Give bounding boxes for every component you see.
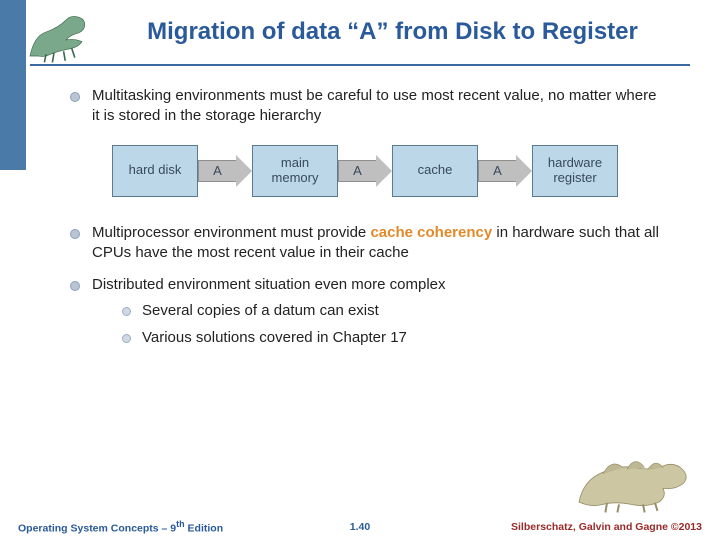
bullet-item: Multitasking environments must be carefu…: [70, 86, 660, 127]
highlight-term: cache coherency: [370, 224, 492, 241]
diagram-arrow: A: [478, 155, 532, 187]
bullet-text-pre: Multiprocessor environment must provide: [92, 224, 370, 241]
arrow-label: A: [478, 160, 516, 182]
footer-left-text: Operating System Concepts – 9: [18, 523, 176, 535]
sub-bullet-text: Various solutions covered in Chapter 17: [142, 329, 407, 346]
bullet-item: Distributed environment situation even m…: [70, 275, 660, 348]
dinosaur-icon: [570, 434, 700, 514]
bullet-text: Multitasking environments must be carefu…: [92, 87, 656, 124]
diagram-box-hard-disk: hard disk: [112, 145, 198, 197]
slide-header: Migration of data “A” from Disk to Regis…: [0, 0, 720, 56]
slide-title: Migration of data “A” from Disk to Regis…: [55, 18, 690, 46]
diagram-box-hardware-register: hardware register: [532, 145, 618, 197]
arrow-label: A: [198, 160, 236, 182]
migration-diagram: hard disk A main memory A cache A hardwa…: [70, 145, 660, 197]
footer-copyright: Silberschatz, Galvin and Gagne ©2013: [511, 521, 702, 533]
slide-number: 1.40: [350, 521, 370, 533]
diagram-box-main-memory: main memory: [252, 145, 338, 197]
footer-book-title: Operating System Concepts – 9th Edition: [18, 519, 223, 535]
footer-left-suffix: Edition: [185, 523, 224, 535]
bullet-item: Multiprocessor environment must provide …: [70, 223, 660, 264]
diagram-arrow: A: [198, 155, 252, 187]
dinosaur-icon: [22, 6, 102, 66]
footer-edition-super: th: [176, 519, 185, 529]
slide-content: Multitasking environments must be carefu…: [0, 66, 720, 348]
slide-footer: Operating System Concepts – 9th Edition …: [0, 514, 720, 540]
arrow-label: A: [338, 160, 376, 182]
sub-bullet-item: Several copies of a datum can exist: [122, 301, 660, 321]
bullet-text: Distributed environment situation even m…: [92, 276, 446, 293]
sub-bullet-item: Various solutions covered in Chapter 17: [122, 328, 660, 348]
diagram-box-cache: cache: [392, 145, 478, 197]
diagram-arrow: A: [338, 155, 392, 187]
sub-bullet-text: Several copies of a datum can exist: [142, 302, 379, 319]
